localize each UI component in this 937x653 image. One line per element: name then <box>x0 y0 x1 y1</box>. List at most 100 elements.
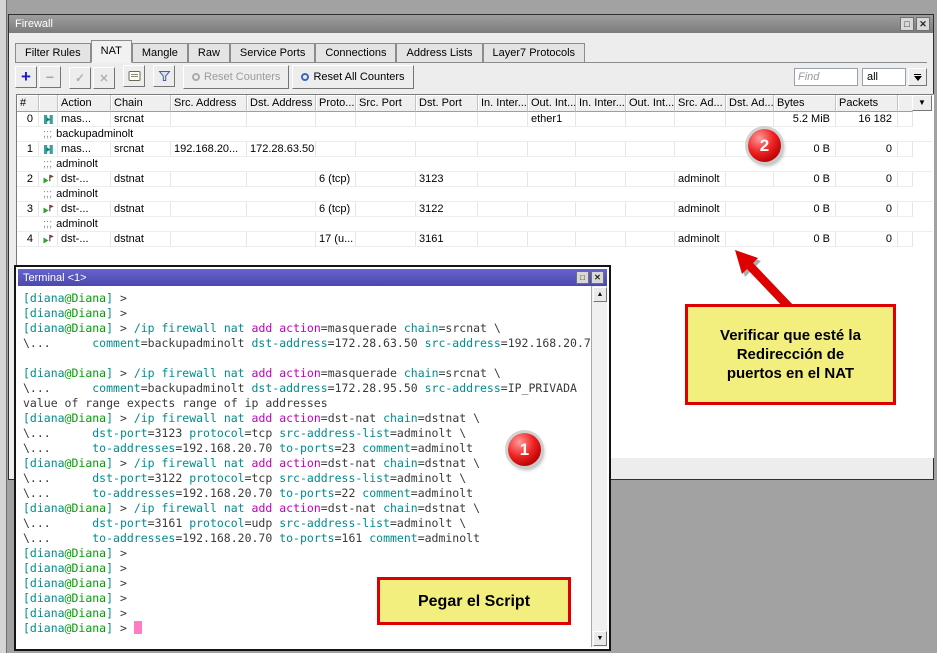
tab-mangle[interactable]: Mangle <box>132 43 188 62</box>
cell-in_if <box>478 232 528 247</box>
column-header-src-address[interactable]: Src. Address <box>171 95 247 112</box>
add-button[interactable]: + <box>15 66 37 88</box>
close-icon: ✕ <box>594 274 601 282</box>
dst-nat-icon <box>42 234 54 245</box>
table-row[interactable]: 4dst-...dstnat17 (u...3161adminolt0 B0 <box>17 232 933 247</box>
close-button[interactable]: ✕ <box>916 17 930 31</box>
tab-connections[interactable]: Connections <box>315 43 396 62</box>
cell-src_adlist: adminolt <box>675 232 726 247</box>
comment-row[interactable]: ;;;adminolt <box>17 217 933 232</box>
comment-button[interactable] <box>123 65 145 87</box>
column-header-proto[interactable]: Proto... <box>316 95 356 112</box>
terminal-titlebar[interactable]: Terminal <1> □ ✕ <box>18 269 607 286</box>
cell-src_address: 192.168.20... <box>171 142 247 157</box>
dst-nat-icon <box>42 204 54 215</box>
cell-action: mas... <box>58 112 111 127</box>
terminal-scrollbar[interactable]: ▲ ▼ <box>591 286 607 647</box>
scroll-down-button[interactable]: ▼ <box>593 631 607 646</box>
cell-packets: 16 182 <box>836 112 898 127</box>
terminal-line: \... comment=backupadminolt dst-address=… <box>23 381 590 396</box>
cell-in_if <box>478 172 528 187</box>
cell-out_if2 <box>626 202 675 217</box>
comment-row[interactable]: ;;;adminolt <box>17 157 933 172</box>
scroll-up-button[interactable]: ▲ <box>593 287 607 302</box>
tab-address-lists[interactable]: Address Lists <box>396 43 482 62</box>
cell-proto <box>316 112 356 127</box>
cell-dst_port: 3123 <box>416 172 478 187</box>
cell-in_if2 <box>576 202 626 217</box>
filter-dropdown[interactable]: all <box>862 68 906 86</box>
terminal-close-button[interactable]: ✕ <box>591 271 604 284</box>
terminal-line: [diana@Diana] > /ip firewall nat add act… <box>23 321 590 336</box>
column-header-icon[interactable] <box>39 95 58 112</box>
comment-text: backupadminolt <box>56 128 133 140</box>
cell-out_if2 <box>626 142 675 157</box>
terminal-line: [diana@Diana] > /ip firewall nat add act… <box>23 366 590 381</box>
cell-icon <box>39 232 58 247</box>
reset-counters-button[interactable]: Reset Counters <box>183 65 289 89</box>
cell-chain: dstnat <box>111 202 171 217</box>
column-header-out-int[interactable]: Out. Int... <box>528 95 576 112</box>
tab-nat[interactable]: NAT <box>91 40 132 63</box>
disable-button[interactable]: ✕ <box>93 67 115 89</box>
column-header-chain[interactable]: Chain <box>111 95 171 112</box>
cell-bytes: 5.2 MiB <box>774 112 836 127</box>
column-header-dst-address[interactable]: Dst. Address <box>247 95 316 112</box>
cell-out_if <box>528 232 576 247</box>
tab-layer7-protocols[interactable]: Layer7 Protocols <box>483 43 586 62</box>
cell-dst_port: 3122 <box>416 202 478 217</box>
cell-pad <box>898 172 913 187</box>
remove-button[interactable]: − <box>39 66 61 88</box>
terminal-line: \... to-addresses=192.168.20.70 to-ports… <box>23 441 590 456</box>
cell-pad <box>898 112 913 127</box>
reset-counters-icon <box>192 73 200 81</box>
tab-raw[interactable]: Raw <box>188 43 230 62</box>
column-selector-button[interactable]: ▼ <box>912 95 932 111</box>
cell-dst_adlist <box>726 232 774 247</box>
comment-icon <box>128 70 141 82</box>
tab-filter-rules[interactable]: Filter Rules <box>15 43 91 62</box>
reset-all-counters-button[interactable]: Reset All Counters <box>292 65 413 89</box>
background-panel-edge <box>0 0 7 653</box>
table-row[interactable]: 1mas...srcnat192.168.20...172.28.63.500 … <box>17 142 933 157</box>
filter-dropdown-button[interactable] <box>908 68 927 86</box>
find-input[interactable] <box>794 68 858 86</box>
column-header-in-inter[interactable]: In. Inter... <box>576 95 626 112</box>
tab-service-ports[interactable]: Service Ports <box>230 43 315 62</box>
column-header-dst-ad[interactable]: Dst. Ad... <box>726 95 774 112</box>
table-row[interactable]: 3dst-...dstnat6 (tcp)3122adminolt0 B0 <box>17 202 933 217</box>
column-header-bytes[interactable]: Bytes <box>774 95 836 112</box>
column-header-in-inter[interactable]: In. Inter... <box>478 95 528 112</box>
terminal-line: [diana@Diana] > /ip firewall nat add act… <box>23 411 590 426</box>
column-header-pad[interactable] <box>898 95 913 112</box>
comment-row[interactable]: ;;;backupadminolt <box>17 127 933 142</box>
cell-icon <box>39 142 58 157</box>
cross-icon: ✕ <box>99 72 108 85</box>
masquerade-icon <box>43 144 54 155</box>
column-header-src-port[interactable]: Src. Port <box>356 95 416 112</box>
table-row[interactable]: 2dst-...dstnat6 (tcp)3123adminolt0 B0 <box>17 172 933 187</box>
cell-chain: dstnat <box>111 172 171 187</box>
enable-button[interactable]: ✓ <box>69 67 91 89</box>
column-header-dst-port[interactable]: Dst. Port <box>416 95 478 112</box>
column-header-packets[interactable]: Packets <box>836 95 898 112</box>
cell-pad <box>898 232 913 247</box>
paste-note: Pegar el Script <box>377 577 571 625</box>
column-header-out-int[interactable]: Out. Int... <box>626 95 675 112</box>
comment-row[interactable]: ;;;adminolt <box>17 187 933 202</box>
filter-button[interactable] <box>153 65 175 87</box>
cell-action: dst-... <box>58 232 111 247</box>
cell-in_if2 <box>576 232 626 247</box>
terminal-maximize-button[interactable]: □ <box>576 271 589 284</box>
firewall-titlebar[interactable]: Firewall □✕ <box>9 15 933 33</box>
terminal-line <box>23 351 590 366</box>
column-header-src-ad[interactable]: Src. Ad... <box>675 95 726 112</box>
toolbar: +−✓ ✕ Reset Counters Reset All Counters a… <box>15 65 927 89</box>
column-header-[interactable]: # <box>17 95 39 112</box>
window-title: Firewall <box>15 18 53 30</box>
cell-in_if <box>478 112 528 127</box>
cell-pad <box>898 202 913 217</box>
column-header-action[interactable]: Action <box>58 95 111 112</box>
table-row[interactable]: 0mas...srcnatether15.2 MiB16 182 <box>17 112 933 127</box>
maximize-button[interactable]: □ <box>900 17 914 31</box>
